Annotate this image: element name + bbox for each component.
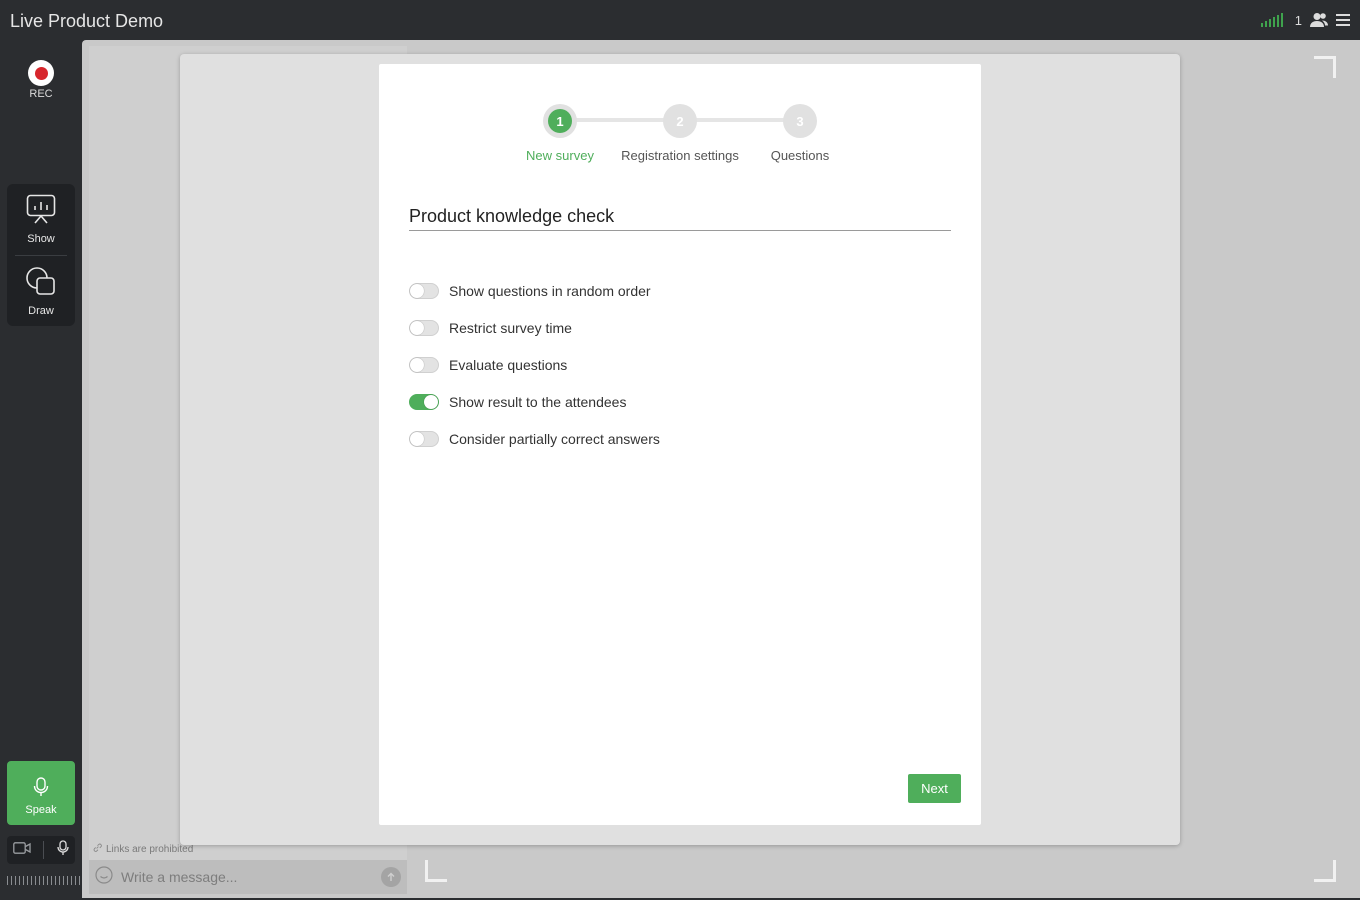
camera-icon[interactable] (13, 841, 31, 859)
media-controls (7, 836, 75, 864)
record-icon (28, 60, 54, 86)
step-questions[interactable]: 3 Questions (730, 104, 870, 163)
option-evaluate-questions: Evaluate questions (409, 346, 951, 383)
step-registration-settings[interactable]: 2 Registration settings (610, 104, 750, 163)
step-label: New survey (526, 148, 594, 163)
microphone-icon (33, 777, 49, 802)
expand-corner-bottom-right (1314, 860, 1336, 882)
survey-title-input[interactable]: Product knowledge check (409, 204, 951, 231)
option-random-order: Show questions in random order (409, 272, 951, 309)
option-label: Show questions in random order (449, 282, 651, 299)
option-label: Consider partially correct answers (449, 430, 660, 447)
random-order-toggle[interactable] (409, 282, 439, 299)
speak-button[interactable]: Speak (7, 761, 75, 825)
signal-strength-icon (1260, 13, 1283, 27)
step-number: 1 (548, 109, 572, 133)
presentation-icon (26, 194, 56, 229)
tool-panel: Show Draw (7, 184, 75, 326)
chat-input-bar (89, 860, 407, 894)
step-label: Questions (770, 148, 830, 163)
show-tool-button[interactable]: Show (7, 184, 75, 254)
option-show-result: Show result to the attendees (409, 383, 951, 420)
step-label: Registration settings (621, 148, 739, 163)
audio-level-meter (7, 876, 136, 885)
link-icon (93, 843, 102, 855)
speak-label: Speak (25, 804, 57, 816)
step-number: 3 (788, 109, 812, 133)
links-note: Links are prohibited (93, 843, 193, 855)
left-rail: REC Show Draw Speak (0, 40, 136, 900)
expand-corner-bottom-left (425, 860, 447, 882)
top-bar: Live Product Demo 1 (0, 0, 1360, 40)
chat-message-input[interactable] (121, 865, 381, 889)
survey-wizard-dialog: 1 New survey 2 Registration settings 3 Q… (379, 64, 981, 825)
participants-icon[interactable] (1310, 12, 1328, 28)
partial-answers-toggle[interactable] (409, 430, 439, 447)
draw-tool-button[interactable]: Draw (7, 256, 75, 326)
participant-count: 1 (1294, 12, 1302, 28)
draw-tool-label: Draw (28, 305, 54, 317)
survey-options: Show questions in random order Restrict … (409, 272, 951, 457)
expand-corner-top-right (1314, 56, 1336, 78)
option-restrict-time: Restrict survey time (409, 309, 951, 346)
record-label: REC (29, 88, 53, 100)
menu-icon[interactable] (1336, 14, 1350, 26)
evaluate-questions-toggle[interactable] (409, 356, 439, 373)
option-partial-answers: Consider partially correct answers (409, 420, 951, 457)
send-button[interactable] (381, 867, 401, 887)
restrict-time-toggle[interactable] (409, 319, 439, 336)
option-label: Restrict survey time (449, 319, 572, 336)
links-note-text: Links are prohibited (106, 843, 194, 855)
step-number: 2 (668, 109, 692, 133)
show-result-toggle[interactable] (409, 393, 439, 410)
option-label: Show result to the attendees (449, 393, 627, 410)
show-tool-label: Show (27, 233, 55, 245)
next-button[interactable]: Next (908, 774, 961, 803)
shapes-icon (25, 266, 57, 301)
record-button[interactable]: REC (14, 60, 68, 104)
emoji-icon[interactable] (95, 865, 113, 889)
topbar-status: 1 (1260, 11, 1350, 29)
option-label: Evaluate questions (449, 356, 568, 373)
app-title: Live Product Demo (10, 11, 164, 31)
media-divider (43, 841, 45, 859)
wizard-stepper: 1 New survey 2 Registration settings 3 Q… (379, 104, 981, 164)
microphone-icon[interactable] (57, 839, 69, 861)
step-new-survey[interactable]: 1 New survey (490, 104, 630, 163)
